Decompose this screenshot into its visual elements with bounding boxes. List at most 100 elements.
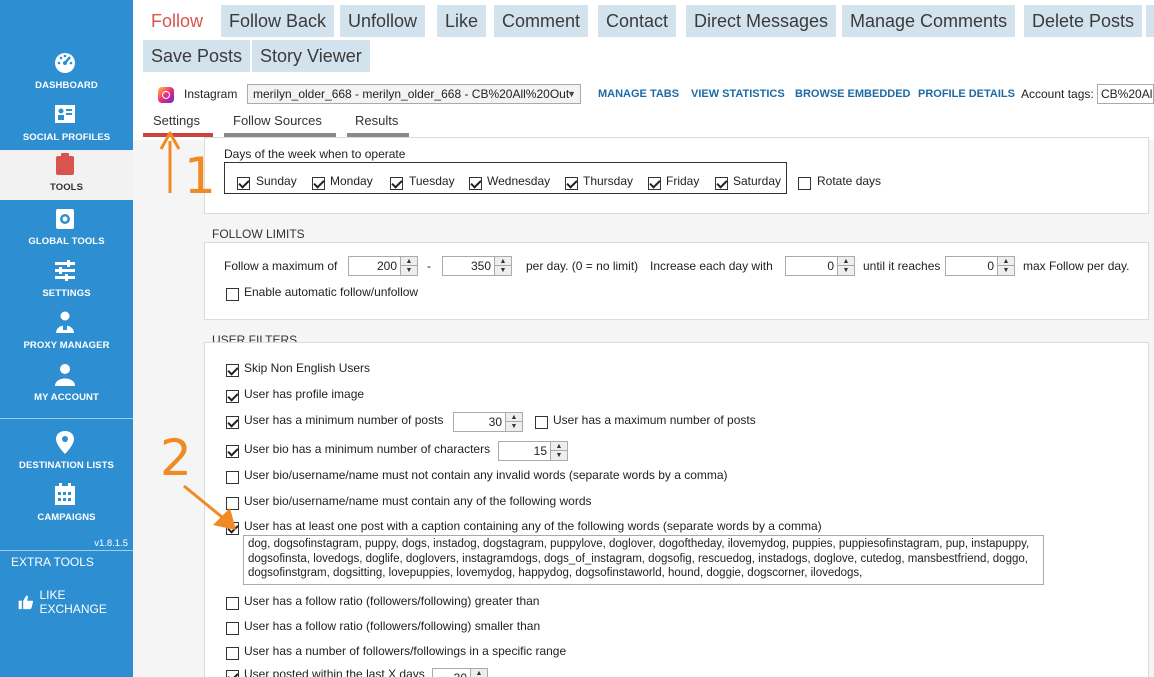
ratio-greater-label: User has a follow ratio (followers/follo… [244,594,540,608]
skip-non-english-label: Skip Non English Users [244,361,371,375]
sidebar-item-social-profiles[interactable]: SOCIAL PROFILES [0,100,133,152]
day-saturday-checkbox[interactable] [715,177,728,190]
subtab-follow-sources[interactable]: Follow Sources [233,113,322,128]
caret-up-icon[interactable]: ▲ [506,413,522,422]
profile-image-checkbox[interactable] [226,390,239,403]
tab-comment[interactable]: Comment [494,5,589,37]
sidebar-item-dashboard[interactable]: DASHBOARD [0,48,133,100]
tab-delete-posts[interactable]: Delete Posts [1024,5,1143,37]
auto-follow-unfollow-checkbox[interactable] [226,288,239,301]
caret-down-icon[interactable]: ▼ [998,266,1014,275]
follow-limits-panel [204,242,1149,320]
profile-details-link[interactable]: PROFILE DETAILS [918,88,1015,100]
follow-max-stepper[interactable]: 350 ▲ ▼ [442,256,512,276]
caret-up-icon[interactable]: ▲ [471,669,487,677]
sidebar-item-global-tools[interactable]: GLOBAL TOOLS [0,204,133,256]
follow-min-value: 200 [376,259,397,273]
bio-min-chars-label: User bio has a minimum number of charact… [244,442,491,456]
subtab-results[interactable]: Results [355,113,398,128]
account-row: Instagram merilyn_older_668 - merilyn_ol… [133,80,1154,108]
min-posts-checkbox[interactable] [226,416,239,429]
followers-range-checkbox[interactable] [226,647,239,660]
sidebar-item-my-account[interactable]: MY ACCOUNT [0,360,133,412]
caption-words-textarea[interactable]: dog, dogsofinstagram, puppy, dogs, insta… [243,535,1044,585]
like-exchange-link[interactable]: LIKE EXCHANGE [18,588,133,616]
tab-story-viewer[interactable]: Story Viewer [252,40,370,72]
browse-embedded-link[interactable]: BROWSE EMBEDDED [795,88,911,100]
sidebar-item-label: CAMPAIGNS [37,512,96,523]
annotation-step-1: 1 [184,147,216,205]
max-posts-checkbox[interactable] [535,416,548,429]
caret-down-icon[interactable]: ▼ [838,266,854,275]
sidebar-item-proxy-manager[interactable]: PROXY MANAGER [0,308,133,360]
range-dash: - [427,259,431,273]
tab-unfollow[interactable]: Unfollow [340,5,426,37]
sidebar-item-campaigns[interactable]: CAMPAIGNS [0,480,133,532]
until-stepper[interactable]: 0 ▲ ▼ [945,256,1015,276]
sidebar-item-destination-lists[interactable]: DESTINATION LISTS [0,428,133,480]
posted-within-value: 30 [454,671,467,677]
diagonal-arrow-annotation-icon [183,484,236,530]
sidebar-item-label: DESTINATION LISTS [19,460,114,471]
view-statistics-link[interactable]: VIEW STATISTICS [691,88,785,100]
day-monday-checkbox[interactable] [312,177,325,190]
caret-down-icon[interactable]: ▼ [551,451,567,460]
min-posts-stepper[interactable]: 30 ▲ ▼ [453,412,523,432]
annotation-step-2: 2 [160,429,192,487]
tab-like[interactable]: Like [437,5,487,37]
caret-up-icon[interactable]: ▲ [401,257,417,266]
invalid-words-label: User bio/username/name must not contain … [244,468,728,482]
sidebar-item-label: DASHBOARD [35,80,98,91]
ratio-smaller-checkbox[interactable] [226,622,239,635]
day-tuesday-checkbox[interactable] [390,177,403,190]
day-wednesday-label: Wednesday [487,174,551,188]
sidebar-item-tools[interactable]: TOOLS [0,150,133,200]
day-tuesday-label: Tuesday [409,174,455,188]
map-pin-icon [56,431,74,454]
day-sunday-checkbox[interactable] [237,177,250,190]
bio-min-chars-checkbox[interactable] [226,445,239,458]
manage-tabs-link[interactable]: MANAGE TABS [598,88,679,100]
version-label: v1.8.1.5 [94,538,128,549]
posted-within-stepper[interactable]: 30 ▲▼ [432,668,488,677]
day-wednesday-checkbox[interactable] [469,177,482,190]
rotate-days-checkbox[interactable] [798,177,811,190]
increase-label: Increase each day with [650,259,773,273]
ratio-greater-checkbox[interactable] [226,597,239,610]
caret-up-icon[interactable]: ▲ [838,257,854,266]
extra-tools-heading: EXTRA TOOLS [11,555,94,569]
caret-up-icon[interactable]: ▲ [495,257,511,266]
sidebar-item-label: TOOLS [49,182,84,193]
follow-max-value: 350 [470,259,491,273]
per-day-label: per day. (0 = no limit) [526,259,639,273]
day-thursday-checkbox[interactable] [565,177,578,190]
sidebar-item-label: GLOBAL TOOLS [28,236,105,247]
caret-up-icon[interactable]: ▲ [551,442,567,451]
account-tags-input[interactable]: CB%20All% [1097,84,1154,104]
caret-up-icon[interactable]: ▲ [998,257,1014,266]
caret-down-icon[interactable]: ▼ [495,266,511,275]
max-posts-label: User has a maximum number of posts [553,413,756,427]
posted-within-checkbox[interactable] [226,670,239,677]
day-friday-checkbox[interactable] [648,177,661,190]
increase-value: 0 [827,259,834,273]
tab-contact[interactable]: Contact [598,5,677,37]
tab-follow-back[interactable]: Follow Back [221,5,335,37]
follow-min-stepper[interactable]: 200 ▲ ▼ [348,256,418,276]
tab-follow[interactable]: Follow [143,5,212,37]
tab-save-posts[interactable]: Save Posts [143,40,251,72]
tab-manage-comments[interactable]: Manage Comments [842,5,1016,37]
social-profiles-icon [55,105,75,123]
tab-direct-messages[interactable]: Direct Messages [686,5,837,37]
account-select[interactable]: merilyn_older_668 - merilyn_older_668 - … [247,84,581,104]
caret-down-icon[interactable]: ▼ [401,266,417,275]
tab-bar: Follow Follow Back Unfollow Like Comment… [133,0,1154,80]
until-value: 0 [987,259,994,273]
sidebar: DASHBOARD SOCIAL PROFILES TOOLS GLOBAL T… [0,0,133,677]
caret-down-icon[interactable]: ▼ [506,422,522,431]
skip-non-english-checkbox[interactable] [226,364,239,377]
increase-stepper[interactable]: 0 ▲ ▼ [785,256,855,276]
tab-overflow[interactable] [1146,5,1154,37]
sidebar-item-settings[interactable]: SETTINGS [0,256,133,308]
bio-min-chars-stepper[interactable]: 15 ▲ ▼ [498,441,568,461]
